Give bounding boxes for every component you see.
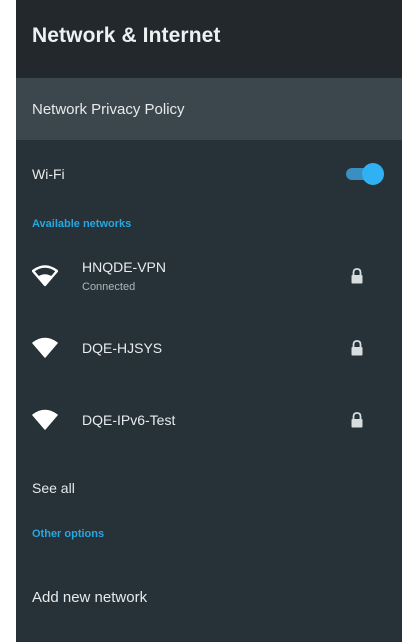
wifi-full-icon [32, 409, 58, 430]
network-item-dqe-ipv6-test[interactable]: DQE-IPv6-Test [16, 384, 402, 456]
available-networks-label: Available networks [32, 218, 132, 230]
lock-icon [351, 340, 363, 356]
network-privacy-policy-label: Network Privacy Policy [32, 100, 185, 118]
network-name: DQE-HJSYS [82, 340, 163, 356]
network-settings-panel: Network & Internet Network Privacy Polic… [16, 0, 402, 642]
lock-icon [351, 412, 363, 428]
other-options-header: Other options [16, 520, 402, 572]
network-name: HNQDE-VPN [82, 259, 167, 275]
network-privacy-policy-item[interactable]: Network Privacy Policy [16, 78, 402, 140]
toggle-thumb [362, 163, 384, 185]
add-new-network-item[interactable]: Add new network [16, 572, 402, 622]
wifi-full-icon [32, 337, 58, 358]
see-all-label: See all [32, 480, 75, 496]
wifi-toggle-row[interactable]: Wi-Fi [16, 140, 402, 208]
page-title: Network & Internet [32, 24, 221, 47]
network-item-dqe-hjsys[interactable]: DQE-HJSYS [16, 312, 402, 384]
other-options-label: Other options [32, 528, 105, 540]
network-name: DQE-IPv6-Test [82, 412, 176, 428]
wifi-toggle-switch[interactable] [346, 163, 384, 185]
add-new-network-label: Add new network [32, 588, 148, 606]
panel-header: Network & Internet [16, 0, 402, 78]
network-status: Connected [82, 281, 136, 293]
network-item-hnqde-vpn[interactable]: HNQDE-VPN Connected [16, 240, 402, 312]
wifi-outline-icon [32, 265, 58, 287]
wifi-label: Wi-Fi [32, 166, 65, 182]
see-all-networks-item[interactable]: See all [16, 456, 402, 520]
available-networks-header: Available networks [16, 208, 402, 240]
lock-icon [351, 268, 363, 284]
